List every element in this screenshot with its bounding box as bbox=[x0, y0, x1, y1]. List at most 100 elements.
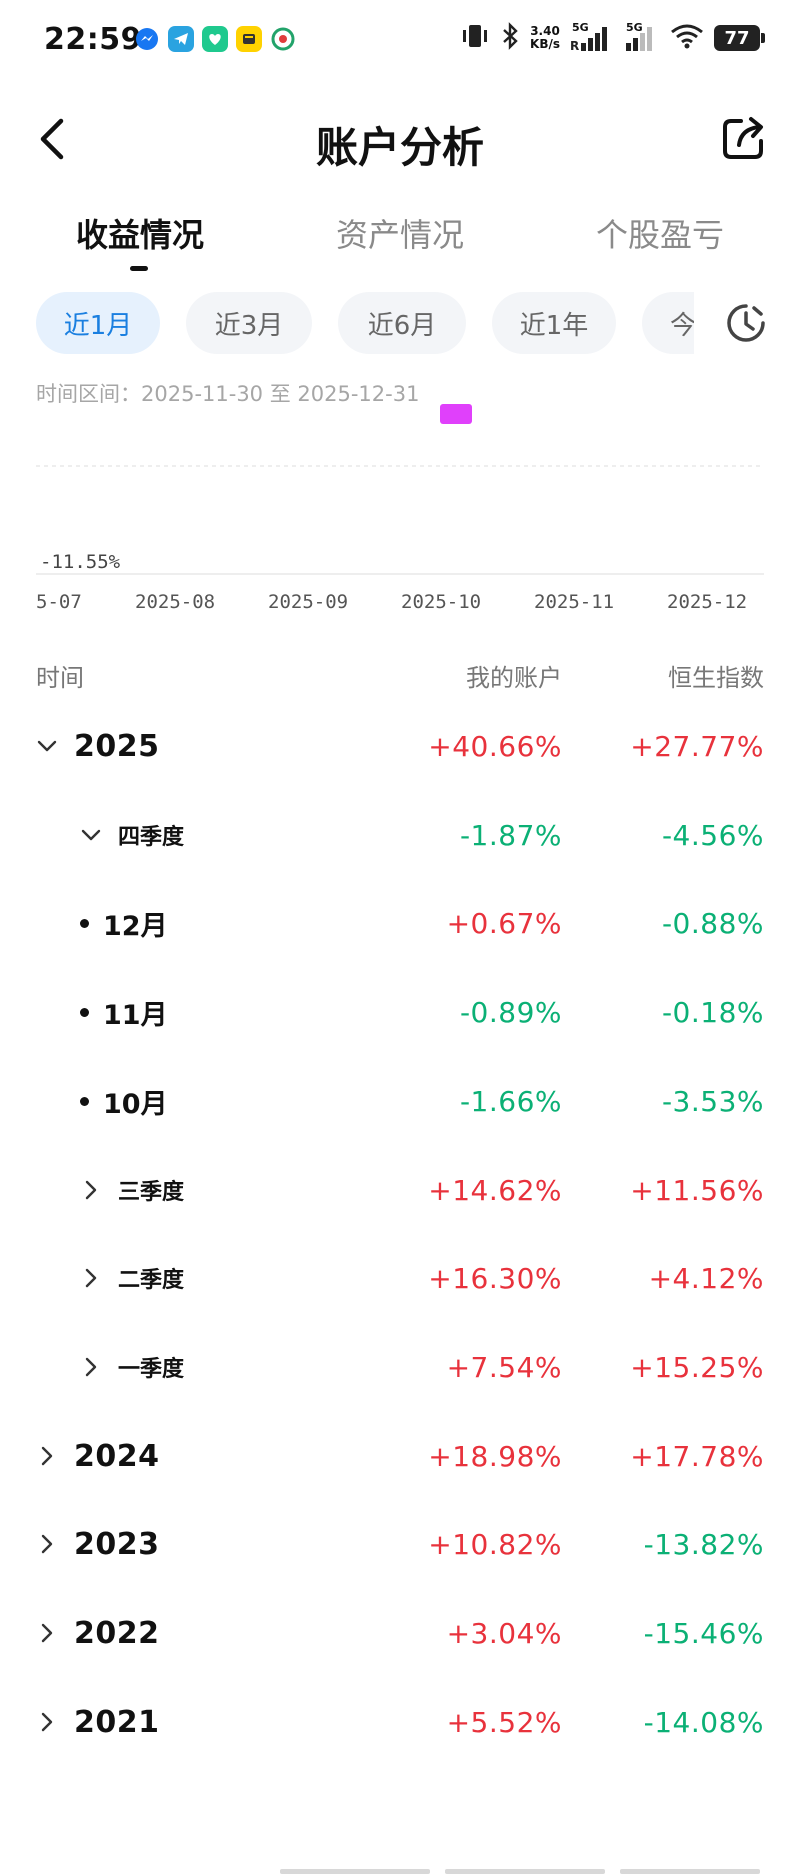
chevron-right-icon[interactable] bbox=[36, 1445, 58, 1467]
bluetooth-icon bbox=[500, 22, 520, 54]
row-label: 2024 bbox=[36, 1412, 160, 1500]
signal-icon-2: 5G bbox=[624, 21, 660, 53]
chevron-down-icon[interactable] bbox=[36, 735, 58, 757]
table-row-quarter[interactable]: 二季度 +16.30% +4.12% bbox=[0, 1234, 800, 1322]
hang-seng-return: +27.77% bbox=[630, 729, 764, 763]
svg-text:R: R bbox=[570, 39, 579, 53]
row-label: 2022 bbox=[36, 1589, 160, 1677]
my-account-return: +14.62% bbox=[428, 1173, 562, 1207]
bullet-icon bbox=[80, 1007, 89, 1017]
chevron-right-icon[interactable] bbox=[36, 1622, 58, 1644]
header-time: 时间 bbox=[36, 664, 84, 692]
signal-icon: 5G R bbox=[570, 21, 614, 53]
chart-marker bbox=[440, 404, 472, 424]
heart-app-icon bbox=[202, 26, 228, 52]
battery-icon: 77 bbox=[714, 25, 765, 51]
table-row-quarter[interactable]: 四季度 -1.87% -4.56% bbox=[0, 791, 800, 879]
table-row-year[interactable]: 2022 +3.04% -15.46% bbox=[0, 1589, 800, 1677]
share-icon bbox=[723, 117, 763, 159]
table-row-year[interactable]: 2025 +40.66% +27.77% bbox=[0, 702, 800, 790]
x-tick-label: 2025-09 bbox=[268, 591, 348, 613]
hang-seng-return: +11.56% bbox=[630, 1173, 764, 1207]
row-period-label: 二季度 bbox=[118, 1268, 185, 1293]
chevron-down-icon[interactable] bbox=[80, 824, 102, 846]
row-period-label: 四季度 bbox=[118, 825, 185, 850]
row-period-label: 2024 bbox=[74, 1438, 160, 1474]
tab-assets[interactable]: 资产情况 bbox=[336, 210, 464, 256]
hang-seng-return: +15.25% bbox=[630, 1350, 764, 1384]
hang-seng-return: -4.56% bbox=[661, 818, 764, 852]
my-account-return: +5.52% bbox=[446, 1705, 562, 1739]
chevron-right-icon[interactable] bbox=[80, 1179, 102, 1201]
notes-app-icon bbox=[236, 26, 262, 52]
my-account-return: +3.04% bbox=[446, 1616, 562, 1650]
hang-seng-return: -0.88% bbox=[661, 906, 764, 940]
chevron-right-icon[interactable] bbox=[36, 1533, 58, 1555]
my-account-return: +10.82% bbox=[428, 1527, 562, 1561]
row-label: 一季度 bbox=[80, 1323, 184, 1411]
tab-indicator bbox=[130, 266, 148, 271]
table-row-month[interactable]: 12月 +0.67% -0.88% bbox=[0, 879, 800, 967]
table-row-year[interactable]: 2024 +18.98% +17.78% bbox=[0, 1412, 800, 1500]
row-period-label: 2023 bbox=[74, 1526, 160, 1562]
my-account-return: +18.98% bbox=[428, 1439, 562, 1473]
row-period-label: 2025 bbox=[74, 728, 160, 764]
china-mobile-icon bbox=[270, 26, 296, 52]
row-period-label: 12月 bbox=[103, 910, 168, 942]
table-row-month[interactable]: 11月 -0.89% -0.18% bbox=[0, 968, 800, 1056]
chart-min-label: -11.55% bbox=[40, 551, 121, 573]
period-6m[interactable]: 近6月 bbox=[338, 292, 466, 354]
main-tabs: 收益情况 资产情况 个股盈亏 bbox=[0, 210, 800, 280]
net-speed-unit: KB/s bbox=[530, 37, 560, 51]
x-tick-label: 2025-08 bbox=[135, 591, 215, 613]
hang-seng-return: -15.46% bbox=[643, 1616, 764, 1650]
x-tick-label: 2025-10 bbox=[401, 591, 481, 613]
table-row-month[interactable]: 10月 -1.66% -3.53% bbox=[0, 1057, 800, 1145]
history-button[interactable] bbox=[724, 301, 768, 345]
row-label: 12月 bbox=[80, 879, 168, 967]
row-label: 2021 bbox=[36, 1678, 160, 1766]
notification-icons bbox=[134, 26, 296, 52]
bullet-icon bbox=[80, 918, 89, 928]
my-account-return: -1.87% bbox=[459, 818, 562, 852]
header-hang-seng: 恒生指数 bbox=[668, 664, 764, 692]
tab-stock-pnl[interactable]: 个股盈亏 bbox=[596, 210, 724, 256]
x-tick-label: 2025-12 bbox=[667, 591, 747, 613]
telegram-icon bbox=[168, 26, 194, 52]
share-button[interactable] bbox=[716, 112, 770, 166]
period-selector: 近1月 近3月 近6月 近1年 今 bbox=[0, 292, 800, 356]
hang-seng-return: -14.08% bbox=[643, 1705, 764, 1739]
my-account-return: +7.54% bbox=[446, 1350, 562, 1384]
my-account-return: +40.66% bbox=[428, 729, 562, 763]
clock-icon bbox=[727, 304, 765, 342]
chevron-right-icon[interactable] bbox=[80, 1267, 102, 1289]
table-header: 时间 我的账户 恒生指数 bbox=[0, 652, 800, 696]
system-icons: 3.40 KB/s 5G R 5G 77 bbox=[460, 21, 765, 54]
row-label: 2025 bbox=[36, 702, 160, 790]
x-tick-label: 5-07 bbox=[36, 591, 82, 613]
status-bar: 22:59 3.40 KB/s 5G R 5G 77 bbox=[0, 0, 800, 84]
table-row-quarter[interactable]: 三季度 +14.62% +11.56% bbox=[0, 1146, 800, 1234]
row-period-label: 一季度 bbox=[118, 1357, 185, 1382]
messenger-icon bbox=[134, 26, 160, 52]
table-row-year[interactable]: 2021 +5.52% -14.08% bbox=[0, 1678, 800, 1766]
returns-chart: -11.55% 5-07 2025-08 2025-09 2025-10 2025-11… bbox=[0, 400, 800, 620]
row-period-label: 2021 bbox=[74, 1704, 160, 1740]
chevron-right-icon[interactable] bbox=[36, 1711, 58, 1733]
period-1m[interactable]: 近1月 bbox=[36, 292, 160, 354]
hang-seng-return: +4.12% bbox=[648, 1261, 764, 1295]
period-1y[interactable]: 近1年 bbox=[492, 292, 616, 354]
table-row-quarter[interactable]: 一季度 +7.54% +15.25% bbox=[0, 1323, 800, 1411]
chart-svg: -11.55% 5-07 2025-08 2025-09 2025-10 2025-11… bbox=[36, 404, 764, 613]
tab-earnings[interactable]: 收益情况 bbox=[76, 210, 204, 256]
my-account-return: +0.67% bbox=[446, 906, 562, 940]
period-ytd[interactable]: 今 bbox=[642, 292, 694, 354]
row-label: 三季度 bbox=[80, 1146, 184, 1234]
chevron-right-icon[interactable] bbox=[80, 1356, 102, 1378]
period-3m[interactable]: 近3月 bbox=[186, 292, 312, 354]
table-row-year[interactable]: 2023 +10.82% -13.82% bbox=[0, 1500, 800, 1588]
hang-seng-return: -3.53% bbox=[661, 1084, 764, 1118]
bullet-icon bbox=[80, 1096, 89, 1106]
status-time: 22:59 bbox=[44, 22, 142, 57]
net-speed: 3.40 KB/s bbox=[530, 25, 560, 51]
